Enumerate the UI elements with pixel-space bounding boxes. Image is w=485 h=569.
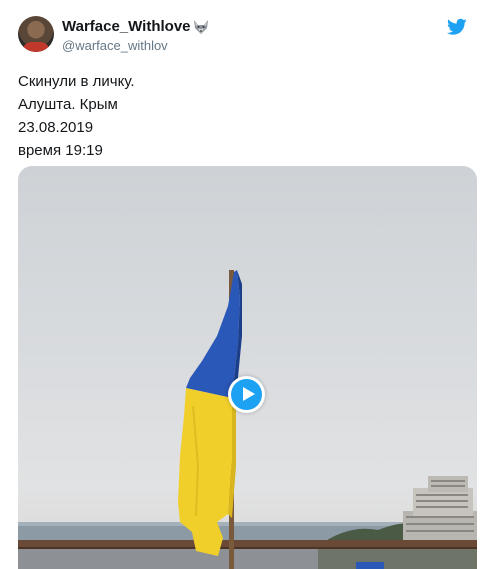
tweet-line: время 19:19 bbox=[18, 142, 103, 159]
user-avatar[interactable] bbox=[18, 16, 54, 52]
video-thumbnail bbox=[18, 270, 477, 569]
play-button[interactable] bbox=[228, 376, 265, 413]
author-display-name[interactable]: Warface_Withlove bbox=[62, 17, 210, 36]
video-media[interactable] bbox=[18, 166, 477, 569]
author-block[interactable]: Warface_Withlove @warface_withlov bbox=[62, 17, 210, 54]
author-handle[interactable]: @warface_withlov bbox=[62, 37, 210, 54]
twitter-bird-icon[interactable] bbox=[447, 18, 467, 36]
tweet-line: Алушта. Крым bbox=[18, 96, 118, 113]
building bbox=[403, 476, 477, 546]
play-icon bbox=[231, 379, 262, 410]
flag-blue bbox=[186, 270, 240, 398]
tweet-line: 23.08.2019 bbox=[18, 119, 94, 136]
wolf-face-icon bbox=[193, 19, 208, 34]
tweet-text: Скинули в личку. Алушта. Крым 23.08.2019… bbox=[18, 70, 135, 162]
tweet-card: Warface_Withlove @warface_withlov Скинул… bbox=[0, 0, 485, 569]
tweet-line: Скинули в личку. bbox=[18, 73, 135, 90]
display-name-text: Warface_Withlove bbox=[62, 18, 191, 35]
